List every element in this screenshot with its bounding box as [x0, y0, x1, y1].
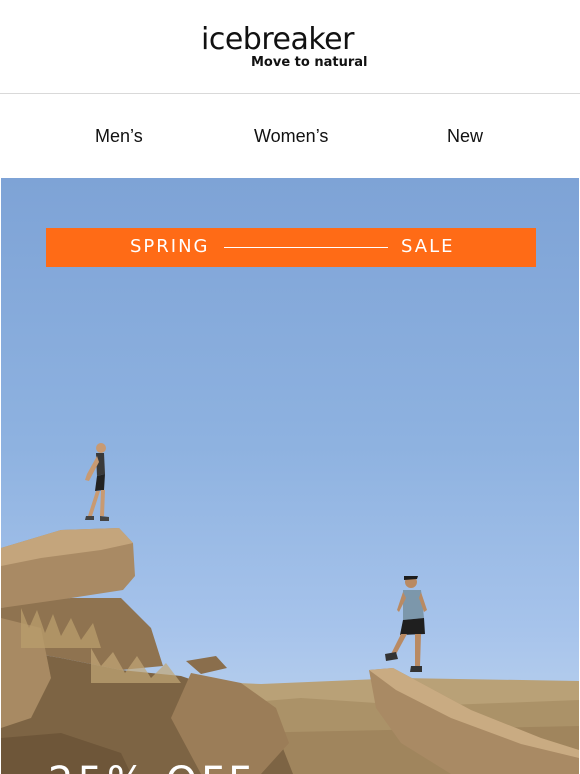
nav-item-womens[interactable]: Women’s — [254, 125, 328, 147]
brand-tagline: Move to natural — [251, 55, 368, 70]
nav-item-new[interactable]: New — [447, 125, 483, 147]
category-nav: Men’s Women’s New — [0, 95, 580, 177]
hiker-man — [385, 576, 427, 672]
banner-divider-line — [224, 247, 388, 248]
hiker-woman — [85, 443, 109, 521]
brand-name: icebreaker — [201, 22, 354, 57]
spring-sale-banner: SPRING SALE — [46, 228, 536, 267]
banner-right-text: SALE — [401, 236, 455, 257]
brand-logo[interactable]: icebreaker Move to natural — [201, 22, 381, 74]
left-rock-formation — [1, 528, 293, 774]
offer-headline: 25% OFF — [48, 760, 255, 774]
hero-photo — [1, 443, 579, 774]
email-header: icebreaker Move to natural — [0, 0, 580, 94]
hero-banner[interactable]: SPRING SALE 25% OFF — [1, 178, 579, 774]
banner-left-text: SPRING — [130, 236, 210, 257]
nav-item-mens[interactable]: Men’s — [95, 125, 143, 147]
